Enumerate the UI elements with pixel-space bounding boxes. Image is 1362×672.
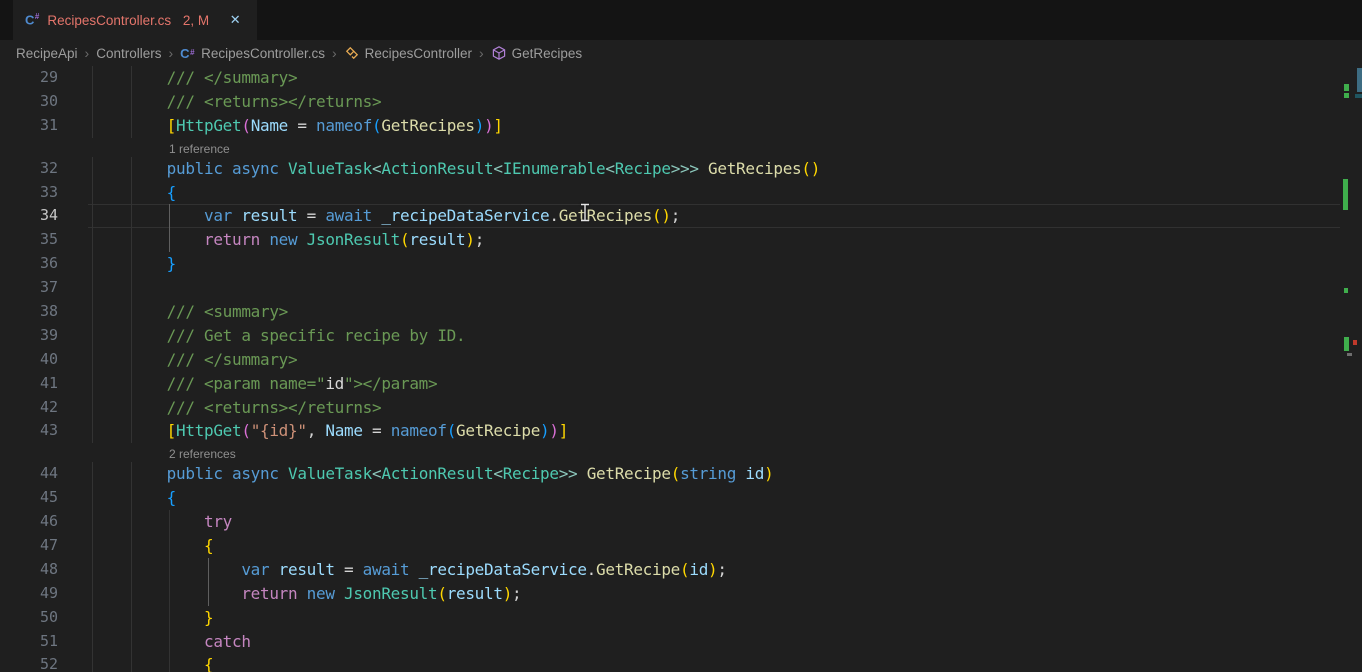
code-line[interactable]: 39 /// Get a specific recipe by ID. bbox=[0, 324, 1362, 348]
line-number[interactable]: 39 bbox=[0, 324, 58, 348]
breadcrumb-item-class[interactable]: RecipesController bbox=[344, 45, 472, 61]
code-line[interactable]: 32 public async ValueTask<ActionResult<I… bbox=[0, 157, 1362, 181]
code-line[interactable]: 37 bbox=[0, 276, 1362, 300]
line-number[interactable]: 31 bbox=[0, 114, 58, 138]
ruler-decoration bbox=[1355, 94, 1362, 98]
tab-bar: C# RecipesController.cs 2, M ✕ bbox=[0, 0, 1362, 40]
chevron-right-icon: › bbox=[479, 46, 484, 60]
code-line[interactable]: 34 var result = await _recipeDataService… bbox=[0, 204, 1362, 228]
close-icon[interactable]: ✕ bbox=[225, 10, 245, 30]
symbol-class-icon bbox=[344, 45, 360, 61]
code-line[interactable]: 29 /// </summary> bbox=[0, 66, 1362, 90]
tab-problems-modified-badge: 2, M bbox=[179, 13, 209, 28]
line-number[interactable]: 51 bbox=[0, 630, 58, 654]
breadcrumb-item-project[interactable]: RecipeApi bbox=[16, 46, 78, 61]
line-number[interactable]: 37 bbox=[0, 276, 58, 300]
line-number[interactable]: 32 bbox=[0, 157, 58, 181]
code-line[interactable]: 40 /// </summary> bbox=[0, 348, 1362, 372]
code-line[interactable]: 47 { bbox=[0, 534, 1362, 558]
chevron-right-icon: › bbox=[332, 46, 337, 60]
code-line[interactable]: 30 /// <returns></returns> bbox=[0, 90, 1362, 114]
code-line[interactable]: 42 /// <returns></returns> bbox=[0, 396, 1362, 420]
line-number[interactable]: 36 bbox=[0, 252, 58, 276]
ruler-decoration bbox=[1353, 340, 1357, 345]
chevron-right-icon: › bbox=[85, 46, 90, 60]
code-line[interactable]: 33 { bbox=[0, 181, 1362, 205]
line-number[interactable]: 47 bbox=[0, 534, 58, 558]
code-line[interactable]: 45 { bbox=[0, 486, 1362, 510]
overview-ruler bbox=[1340, 0, 1362, 672]
mouse-ibeam-cursor bbox=[580, 203, 590, 227]
ruler-decoration bbox=[1344, 93, 1349, 98]
codelens-row: 1 reference bbox=[0, 138, 1362, 157]
code-line[interactable]: 49 return new JsonResult(result); bbox=[0, 582, 1362, 606]
tab-title: RecipesController.cs bbox=[47, 13, 171, 28]
codelens-references[interactable]: 1 reference bbox=[169, 142, 230, 156]
line-number[interactable]: 52 bbox=[0, 653, 58, 672]
ruler-decoration bbox=[1343, 179, 1348, 210]
ruler-decoration bbox=[1344, 288, 1348, 293]
codelens-references[interactable]: 2 references bbox=[169, 447, 236, 461]
code-line[interactable]: 46 try bbox=[0, 510, 1362, 534]
line-number[interactable]: 38 bbox=[0, 300, 58, 324]
line-number[interactable]: 33 bbox=[0, 181, 58, 205]
line-number[interactable]: 43 bbox=[0, 419, 58, 443]
breadcrumb-item-file[interactable]: C# RecipesController.cs bbox=[180, 45, 325, 61]
chevron-right-icon: › bbox=[169, 46, 174, 60]
code-rows: 29 /// </summary>30 /// <returns></retur… bbox=[0, 66, 1362, 672]
line-number[interactable]: 50 bbox=[0, 606, 58, 630]
breadcrumb: RecipeApi › Controllers › C# RecipesCont… bbox=[0, 40, 1362, 66]
code-line[interactable]: 36 } bbox=[0, 252, 1362, 276]
line-number[interactable]: 34 bbox=[0, 204, 58, 228]
line-number[interactable]: 30 bbox=[0, 90, 58, 114]
symbol-method-icon bbox=[491, 45, 507, 61]
code-line[interactable]: 31 [HttpGet(Name = nameof(GetRecipes))] bbox=[0, 114, 1362, 138]
ruler-decoration bbox=[1347, 353, 1352, 356]
line-number[interactable]: 29 bbox=[0, 66, 58, 90]
line-number[interactable]: 42 bbox=[0, 396, 58, 420]
code-line[interactable]: 51 catch bbox=[0, 630, 1362, 654]
code-line[interactable]: 35 return new JsonResult(result); bbox=[0, 228, 1362, 252]
line-number[interactable]: 49 bbox=[0, 582, 58, 606]
code-editor[interactable]: 29 /// </summary>30 /// <returns></retur… bbox=[0, 66, 1362, 672]
line-number[interactable]: 40 bbox=[0, 348, 58, 372]
code-line[interactable]: 48 var result = await _recipeDataService… bbox=[0, 558, 1362, 582]
code-line[interactable]: 43 [HttpGet("{id}", Name = nameof(GetRec… bbox=[0, 419, 1362, 443]
line-number[interactable]: 46 bbox=[0, 510, 58, 534]
breadcrumb-item-folder[interactable]: Controllers bbox=[96, 46, 161, 61]
csharp-file-icon: C# bbox=[180, 45, 196, 61]
line-number[interactable]: 45 bbox=[0, 486, 58, 510]
code-line[interactable]: 50 } bbox=[0, 606, 1362, 630]
tab-recipescontroller[interactable]: C# RecipesController.cs 2, M ✕ bbox=[13, 0, 257, 40]
scrollbar-slider[interactable] bbox=[1357, 68, 1362, 92]
code-line[interactable]: 38 /// <summary> bbox=[0, 300, 1362, 324]
code-line[interactable]: 52 { bbox=[0, 653, 1362, 672]
line-number[interactable]: 35 bbox=[0, 228, 58, 252]
breadcrumb-item-method[interactable]: GetRecipes bbox=[491, 45, 583, 61]
code-line[interactable]: 41 /// <param name="id"></param> bbox=[0, 372, 1362, 396]
line-number[interactable]: 41 bbox=[0, 372, 58, 396]
line-number[interactable]: 48 bbox=[0, 558, 58, 582]
csharp-file-icon: C# bbox=[25, 13, 39, 26]
ruler-decoration bbox=[1344, 337, 1349, 351]
codelens-row: 2 references bbox=[0, 443, 1362, 462]
line-number[interactable]: 44 bbox=[0, 462, 58, 486]
ruler-decoration bbox=[1344, 84, 1349, 91]
code-line[interactable]: 44 public async ValueTask<ActionResult<R… bbox=[0, 462, 1362, 486]
